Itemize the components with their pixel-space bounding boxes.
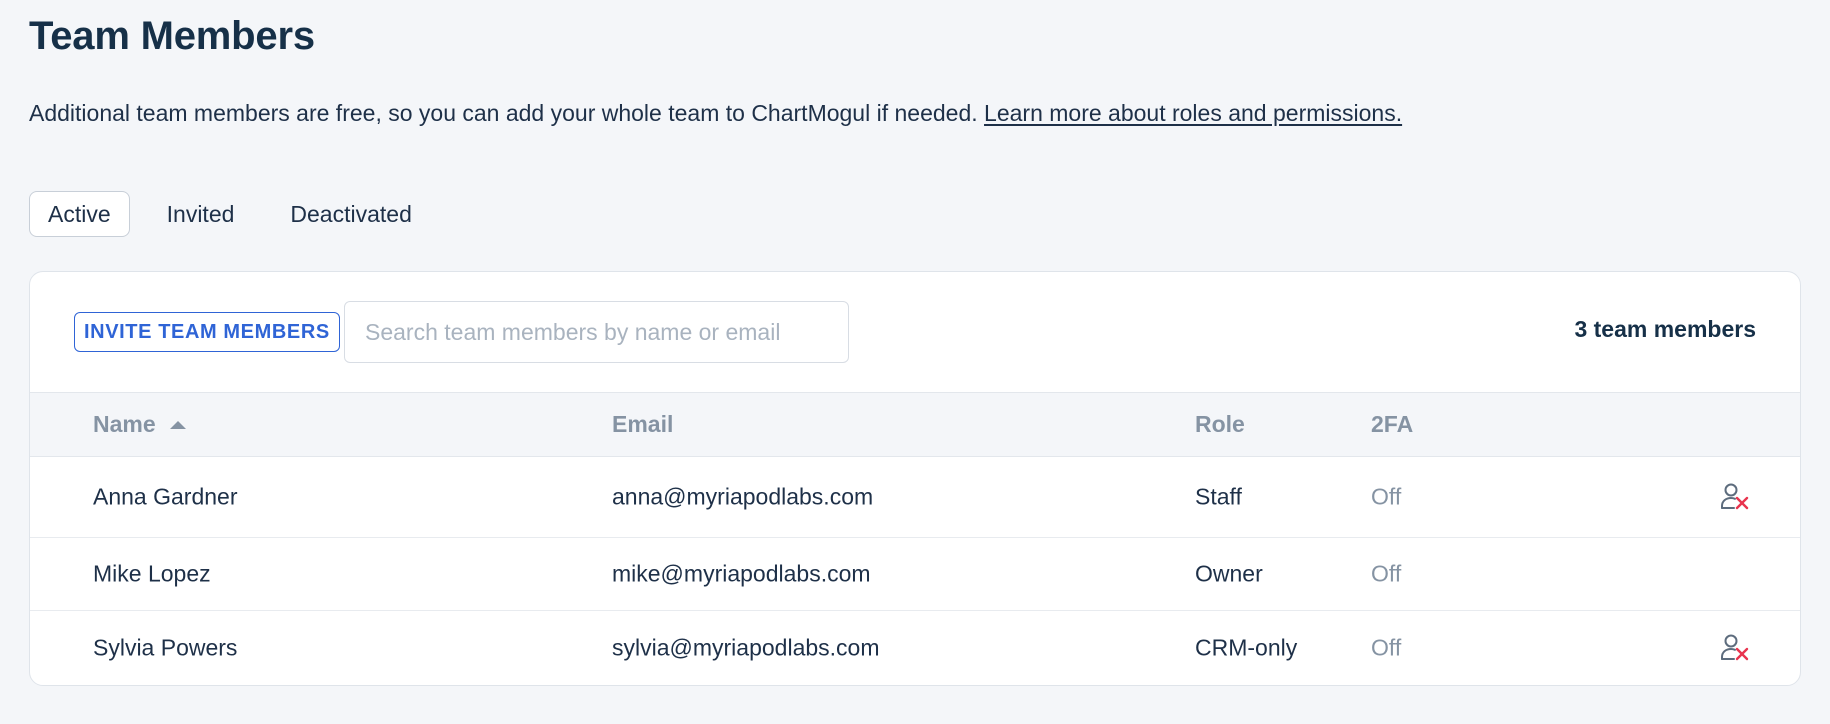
member-status-tabs: Active Invited Deactivated [29, 191, 431, 237]
table-row: Mike Lopez mike@myriapodlabs.com Owner O… [30, 538, 1800, 611]
member-email: sylvia@myriapodlabs.com [612, 634, 880, 660]
members-toolbar: INVITE TEAM MEMBERS 3 team members [30, 272, 1800, 393]
invite-team-members-button[interactable]: INVITE TEAM MEMBERS [74, 312, 340, 352]
tab-deactivated[interactable]: Deactivated [271, 191, 430, 237]
page-title: Team Members [29, 14, 315, 58]
member-role: Owner [1195, 560, 1263, 587]
sort-ascending-icon [169, 420, 186, 429]
remove-user-button[interactable] [1718, 480, 1752, 514]
search-input[interactable] [344, 301, 849, 363]
table-header: Name Email Role 2FA [30, 393, 1800, 457]
member-name: Sylvia Powers [93, 634, 238, 660]
tab-active[interactable]: Active [29, 191, 130, 237]
member-2fa-status: Off [1371, 483, 1402, 510]
member-email: mike@myriapodlabs.com [612, 560, 871, 587]
member-name: Anna Gardner [93, 483, 238, 510]
member-name: Mike Lopez [93, 560, 211, 587]
member-2fa-status: Off [1371, 560, 1402, 587]
remove-user-icon [1721, 483, 1749, 510]
member-2fa-status: Off [1371, 634, 1402, 660]
intro-description: Additional team members are free, so you… [29, 100, 985, 126]
column-header-2fa: 2FA [1371, 411, 1414, 437]
table-row: Anna Gardner anna@myriapodlabs.com Staff… [30, 457, 1800, 538]
column-header-role: Role [1195, 411, 1245, 437]
team-members-page: Team Members Additional team members are… [0, 0, 1830, 724]
column-header-email: Email [612, 411, 674, 437]
roles-permissions-link[interactable]: Learn more about roles and permissions. [984, 100, 1402, 126]
table-row: Sylvia Powers sylvia@myriapodlabs.com CR… [30, 611, 1800, 684]
remove-user-icon [1721, 634, 1749, 660]
member-email: anna@myriapodlabs.com [612, 483, 874, 510]
remove-user-button[interactable] [1718, 631, 1752, 665]
intro-text: Additional team members are free, so you… [29, 100, 1402, 127]
member-role: Staff [1195, 483, 1242, 510]
column-header-name-label: Name [93, 411, 156, 437]
members-count: 3 team members [1574, 316, 1756, 342]
member-role: CRM-only [1195, 634, 1298, 660]
column-header-name[interactable]: Name [93, 411, 186, 438]
tab-invited[interactable]: Invited [148, 191, 254, 237]
team-members-card: INVITE TEAM MEMBERS 3 team members Name … [29, 271, 1801, 686]
